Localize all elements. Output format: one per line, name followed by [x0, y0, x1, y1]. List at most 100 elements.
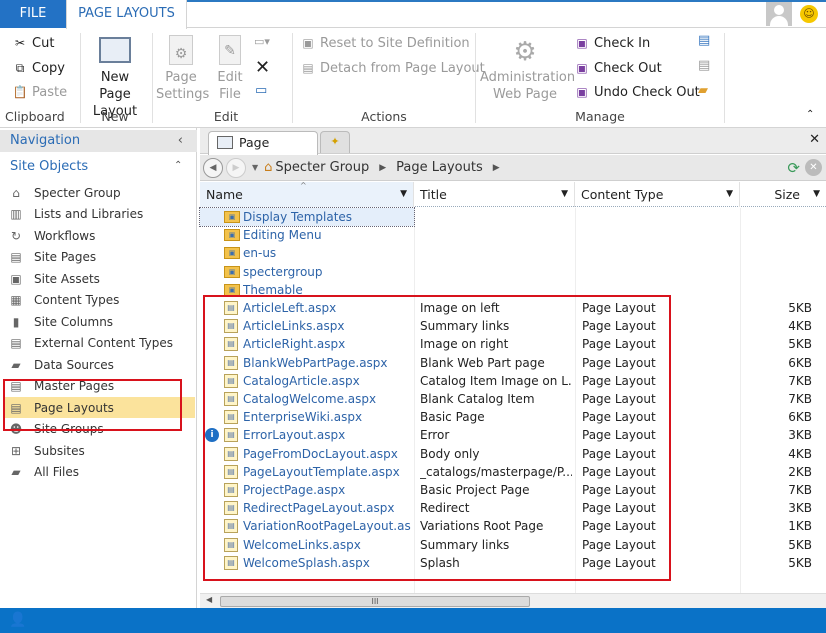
- open-folder-icon[interactable]: ▭▾: [254, 35, 270, 48]
- edit-file-button[interactable]: ✎ Edit File: [210, 35, 250, 103]
- back-button[interactable]: ◀: [203, 157, 223, 178]
- undo-check-out-button[interactable]: ▣ Undo Check Out: [574, 84, 699, 100]
- delete-icon[interactable]: ✕: [255, 57, 270, 78]
- document-tab-page-layouts[interactable]: Page Layouts: [208, 131, 318, 172]
- new-page-layout-button[interactable]: New Page Layout: [84, 35, 146, 120]
- gears-icon: ⚙: [513, 37, 537, 67]
- file-size: 6KB: [788, 355, 812, 370]
- folder-row[interactable]: ▣ Display Templates: [199, 206, 415, 228]
- refresh-icon[interactable]: ⟳: [787, 159, 800, 177]
- file-size: 3KB: [788, 501, 812, 516]
- nav-item-label: External Content Types: [34, 336, 173, 350]
- forward-button[interactable]: ▶: [226, 157, 246, 178]
- subsites-icon: ⊞: [10, 443, 22, 458]
- folder-icon: ▣: [224, 211, 240, 223]
- file-size: 2KB: [788, 464, 812, 479]
- nav-item-label: All Files: [34, 465, 80, 479]
- scissors-icon: ✂: [14, 36, 26, 50]
- breadcrumb-item[interactable]: Specter Group: [275, 160, 369, 175]
- page-settings-button[interactable]: ⚙ Page Settings: [156, 35, 209, 103]
- paste-icon: 📋: [12, 85, 28, 99]
- feedback-smiley-icon[interactable]: ☺: [800, 5, 818, 23]
- breadcrumb-item[interactable]: Page Layouts: [396, 160, 483, 175]
- actions-group-label: Actions: [361, 109, 407, 124]
- column-header-size[interactable]: Size ▼: [740, 182, 826, 207]
- folder-name: Display Templates: [243, 210, 353, 224]
- reset-to-site-definition-button[interactable]: ▣ Reset to Site Definition: [300, 35, 469, 51]
- nav-item-all-files[interactable]: ▰ All Files: [3, 462, 195, 483]
- file-size: 4KB: [788, 446, 812, 461]
- cut-button[interactable]: ✂ Cut: [12, 35, 54, 51]
- folder-icon: ▣: [224, 247, 240, 260]
- nav-item-data-sources[interactable]: ▰ Data Sources: [3, 354, 195, 375]
- import-files-icon[interactable]: ▤: [698, 33, 710, 48]
- column-header-title[interactable]: Title ▼: [414, 182, 575, 207]
- folder-row[interactable]: ▣ Editing Menu: [200, 226, 826, 244]
- tab-page-layouts[interactable]: PAGE LAYOUTS: [66, 0, 187, 29]
- nav-item-lists-and-libraries[interactable]: ▥ Lists and Libraries: [3, 204, 195, 225]
- collapse-ribbon-icon[interactable]: ⌃: [806, 109, 814, 120]
- nav-item-label: Site Pages: [34, 250, 97, 264]
- detach-from-page-layout-button[interactable]: ▤ Detach from Page Layout: [300, 60, 484, 76]
- folder-name: en-us: [243, 246, 277, 261]
- annotation-highlight-files: [203, 295, 671, 581]
- scroll-left-icon[interactable]: ◀: [206, 595, 212, 604]
- breadcrumb-separator-icon[interactable]: ▶: [493, 163, 500, 173]
- new-group-label: New: [101, 109, 129, 124]
- administration-web-page-button[interactable]: ⚙ Administration Web Page: [480, 35, 575, 103]
- nav-item-site-pages[interactable]: ▤ Site Pages: [3, 247, 195, 268]
- nav-item-label: Site Columns: [34, 314, 114, 329]
- paste-button[interactable]: 📋 Paste: [12, 84, 68, 100]
- new-tab-button[interactable]: ✦: [320, 131, 350, 153]
- nav-item-site-assets[interactable]: ▣ Site Assets: [3, 268, 195, 289]
- undo-check-out-icon: ▣: [576, 85, 588, 99]
- stop-icon[interactable]: ✕: [805, 159, 822, 176]
- check-in-button[interactable]: ▣ Check In: [574, 35, 650, 51]
- file-size: 7KB: [788, 373, 812, 388]
- file-size: 6KB: [788, 410, 812, 425]
- folder-name: Editing Menu: [243, 228, 322, 243]
- file-size: 4KB: [788, 319, 812, 334]
- folder-row[interactable]: ▣ spectergroup: [200, 263, 826, 281]
- database-icon: ▰: [11, 357, 21, 372]
- folder-row[interactable]: ▣ en-us: [200, 244, 826, 262]
- page-layout-icon: [99, 37, 131, 63]
- edit-group-label: Edit: [213, 109, 239, 124]
- nav-item-external-content-types[interactable]: ▤ External Content Types: [3, 333, 195, 354]
- horizontal-scrollbar[interactable]: ◀ III: [200, 593, 826, 608]
- user-avatar-icon[interactable]: [766, 2, 792, 26]
- folder-icon: ▣: [224, 265, 240, 278]
- file-size: 3KB: [788, 428, 812, 443]
- nav-item-workflows[interactable]: ↻ Workflows: [3, 225, 195, 246]
- home-icon: ⌂: [12, 185, 20, 200]
- reset-icon: ▣: [302, 36, 314, 50]
- nav-item-content-types[interactable]: ▦ Content Types: [3, 290, 195, 311]
- history-dropdown-icon[interactable]: ▼: [252, 163, 258, 172]
- manage-group-label: Manage: [575, 109, 625, 124]
- file-size: 5KB: [788, 301, 812, 315]
- collapse-section-icon[interactable]: ⌃: [174, 160, 182, 171]
- close-tab-icon[interactable]: ✕: [809, 132, 820, 147]
- export-files-icon[interactable]: ▤: [698, 58, 710, 73]
- nav-item-label: Subsites: [34, 443, 85, 458]
- site-objects-header[interactable]: Site Objects: [10, 159, 88, 174]
- check-out-button[interactable]: ▣ Check Out: [574, 60, 661, 76]
- nav-item-specter-group[interactable]: ⌂ Specter Group: [3, 182, 195, 203]
- ribbon: ✂ Cut ⧉ Copy 📋 Paste Clipboard New Page Layo…: [0, 29, 826, 128]
- collapse-pane-icon[interactable]: ‹: [178, 130, 183, 152]
- breadcrumb-separator-icon[interactable]: ▶: [379, 163, 386, 173]
- folder-settings-icon[interactable]: ▰: [698, 83, 708, 98]
- scrollbar-thumb[interactable]: III: [220, 596, 530, 607]
- nav-item-label: Workflows: [34, 228, 96, 243]
- pages-icon: ▤: [10, 250, 22, 264]
- column-header-content-type[interactable]: Content Type ▼: [575, 182, 740, 207]
- tab-file[interactable]: FILE: [0, 0, 66, 28]
- file-size: 1KB: [788, 519, 812, 534]
- nav-item-subsites[interactable]: ⊞ Subsites: [3, 440, 195, 461]
- nav-item-site-columns[interactable]: ▮ Site Columns: [3, 311, 195, 332]
- copy-button[interactable]: ⧉ Copy: [12, 60, 65, 76]
- column-header-name[interactable]: Name ▼ ^: [200, 181, 414, 207]
- check-in-icon: ▣: [576, 36, 588, 50]
- user-status-icon[interactable]: 👤: [9, 612, 26, 628]
- rename-icon[interactable]: ▭: [255, 83, 267, 98]
